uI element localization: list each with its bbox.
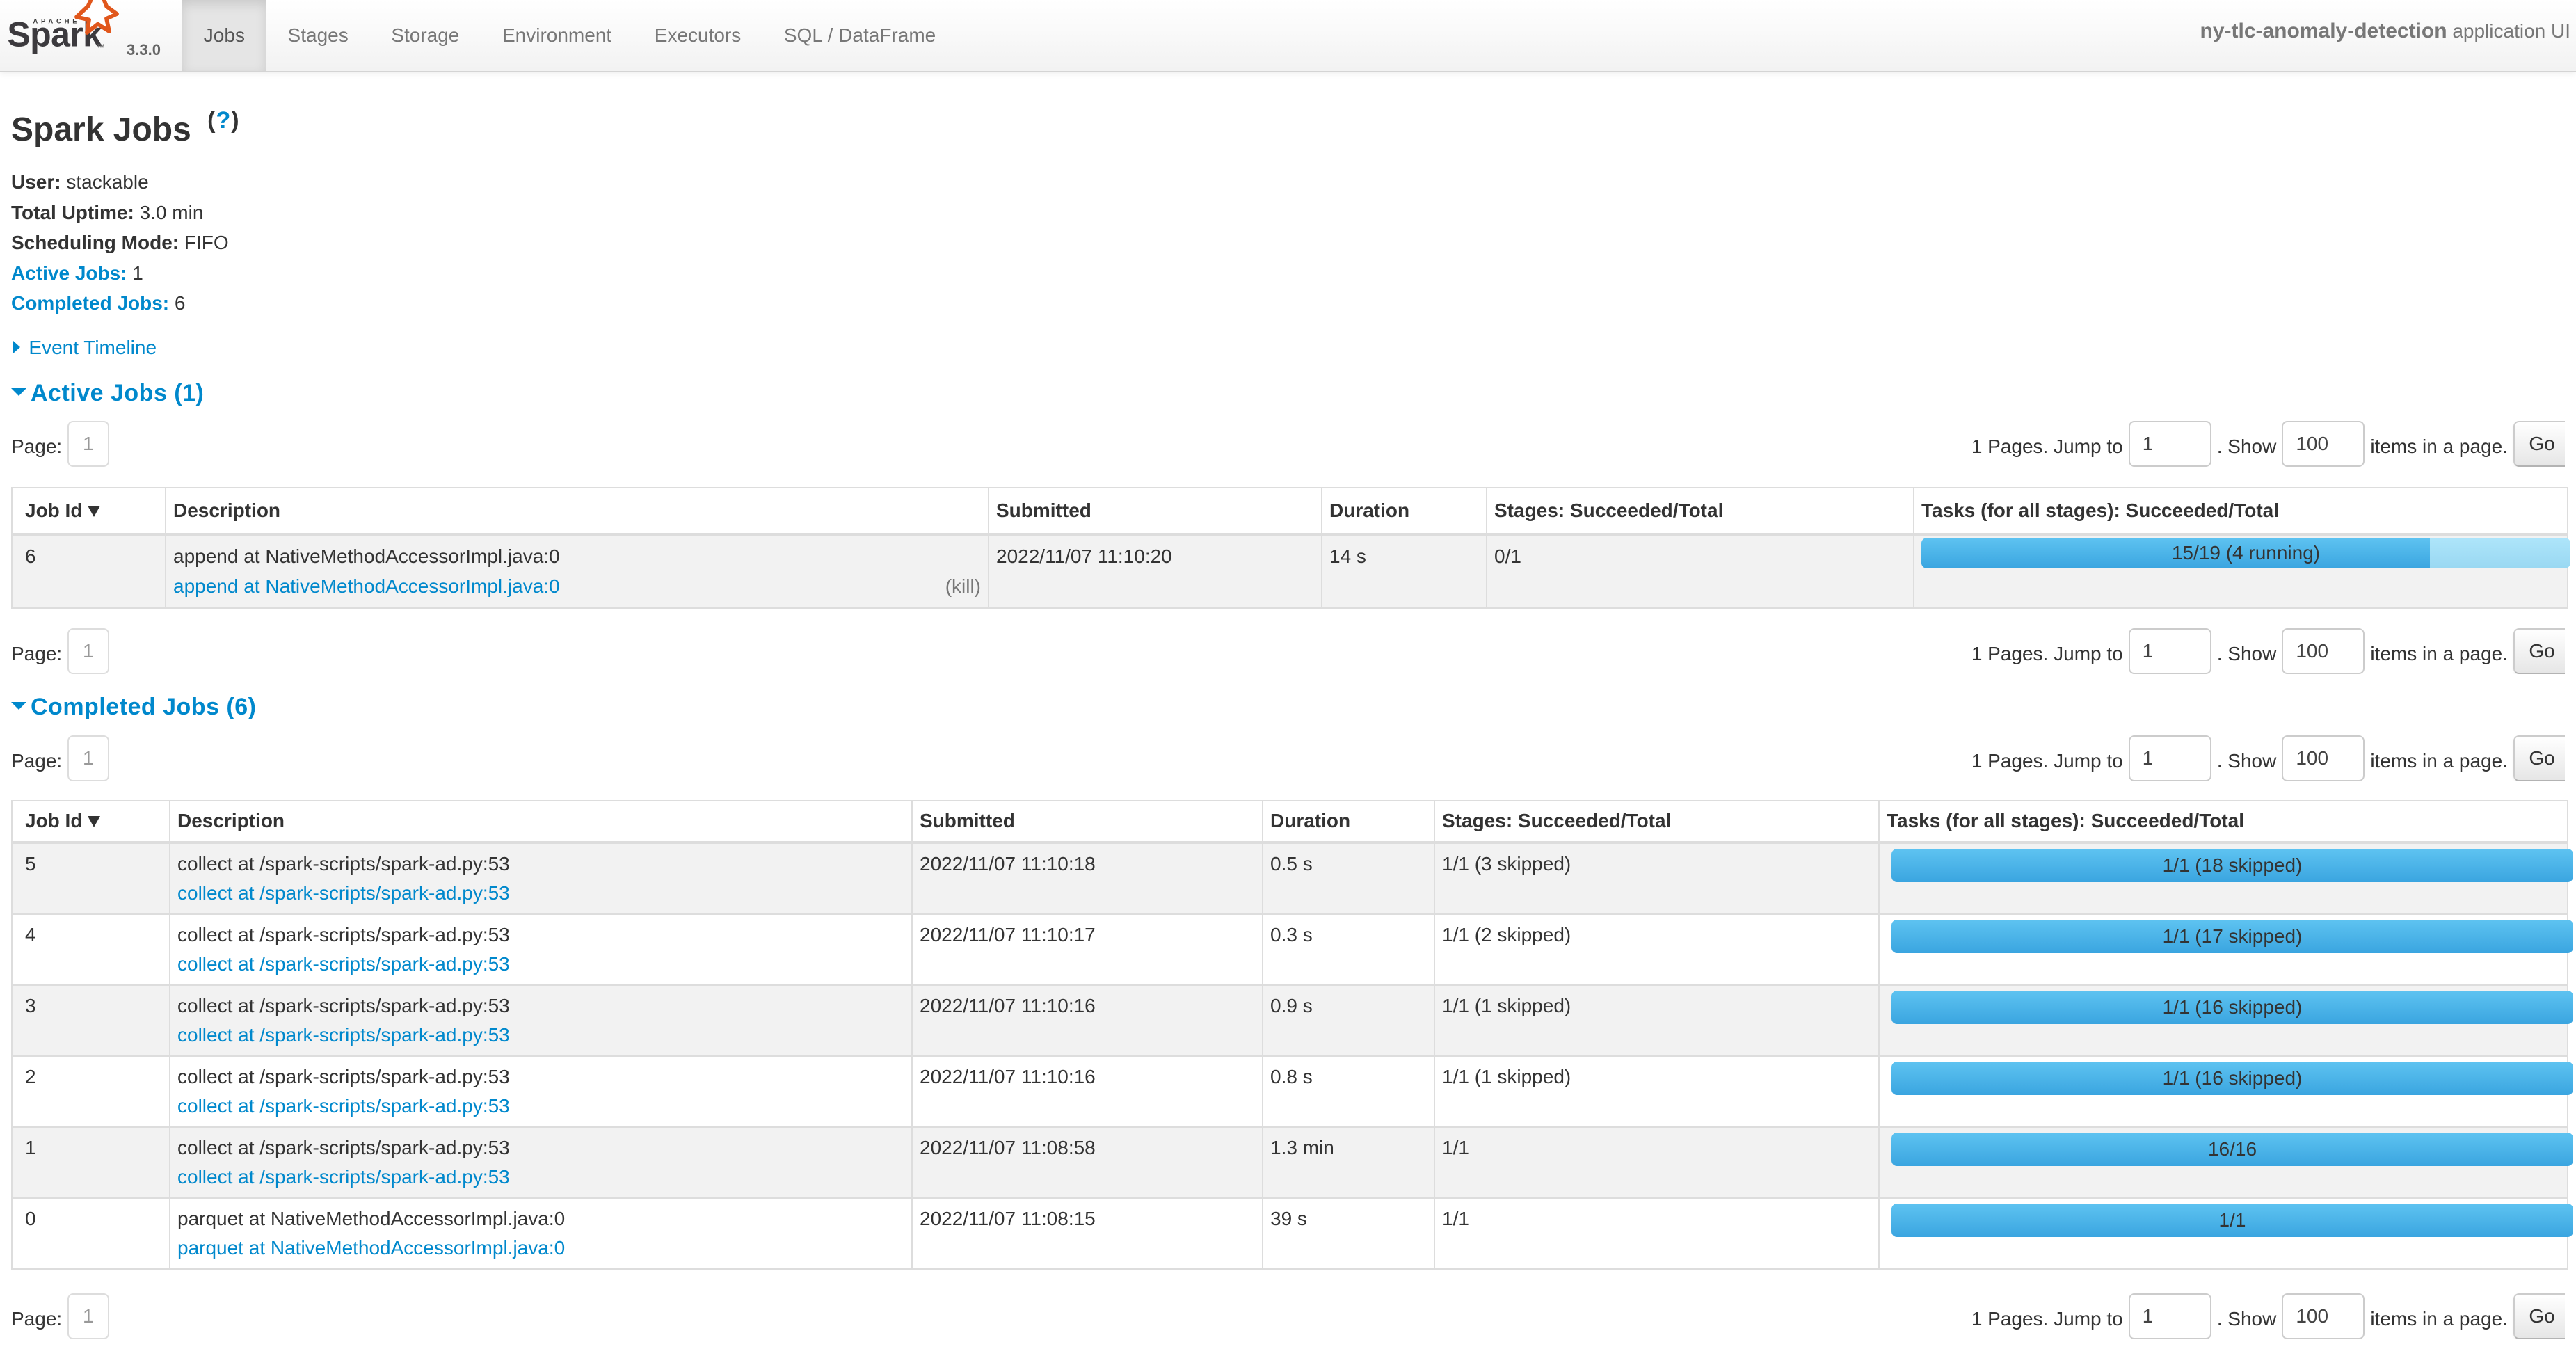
svg-text:TM: TM xyxy=(97,42,104,49)
